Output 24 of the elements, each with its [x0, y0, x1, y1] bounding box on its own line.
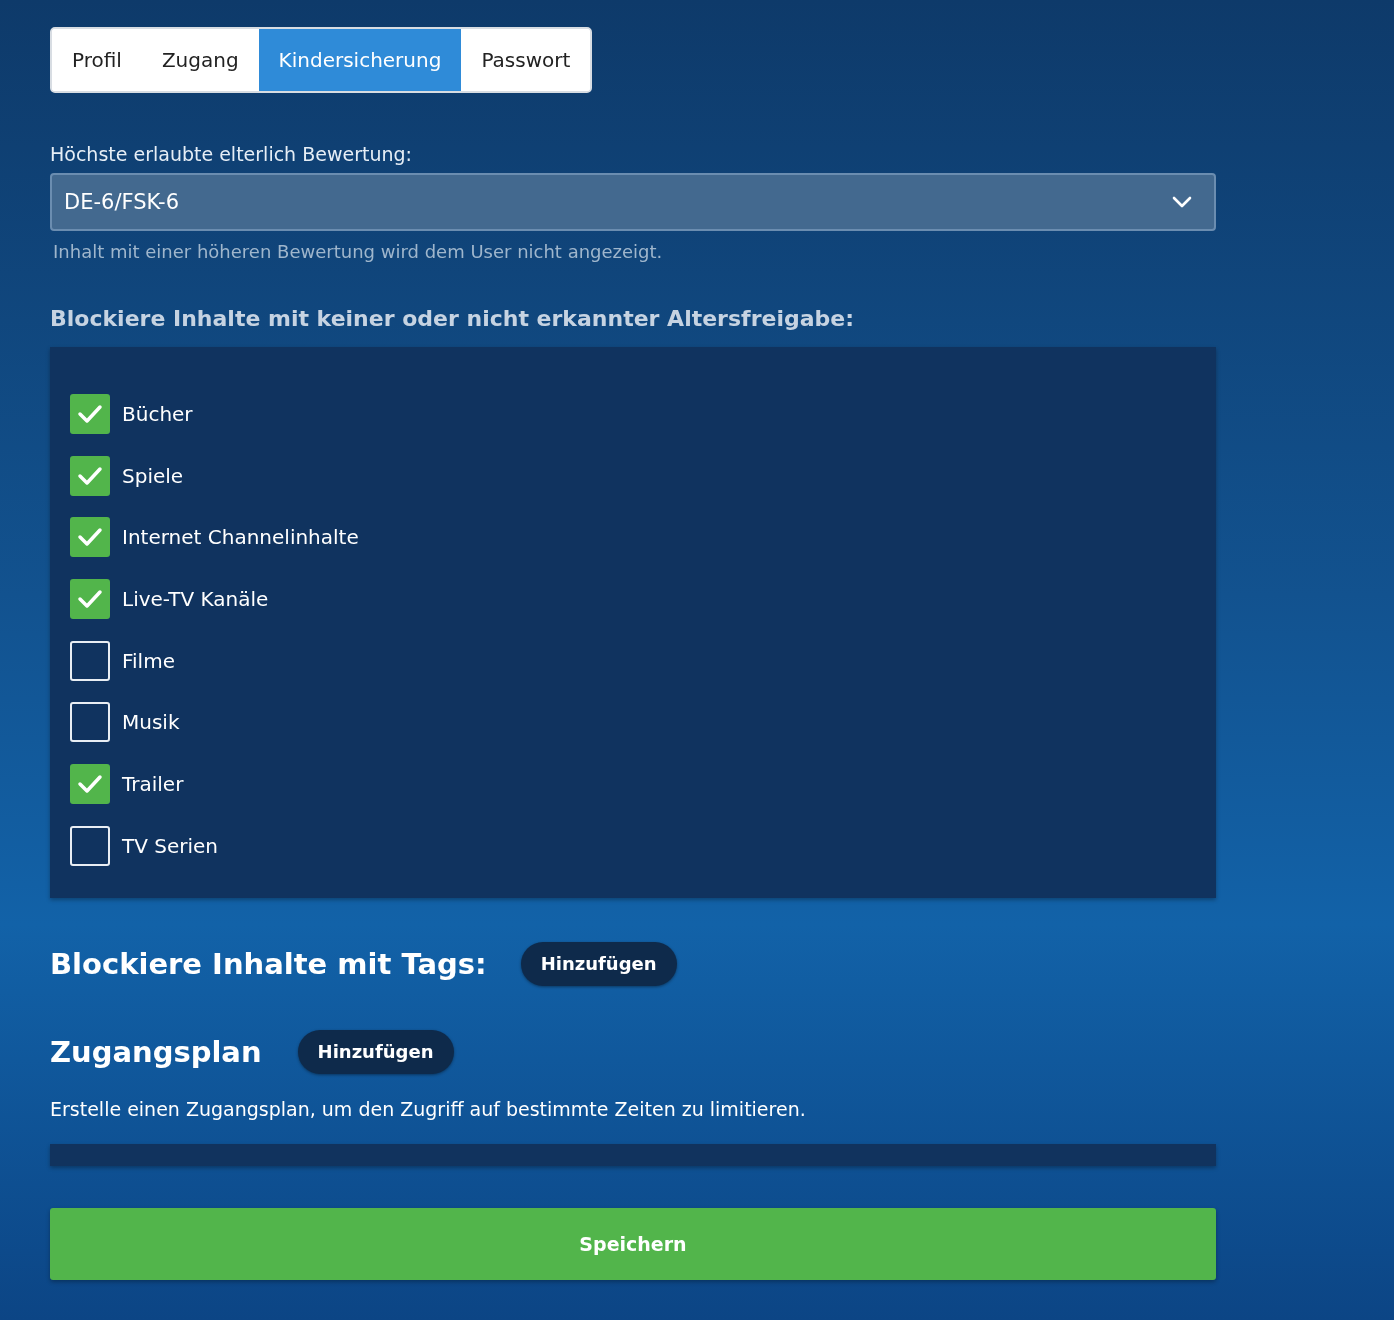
checkbox-label: Filme — [122, 648, 175, 673]
checkbox-label: Bücher — [122, 401, 193, 426]
checkbox-label: Live-TV Kanäle — [122, 586, 269, 611]
rating-select[interactable]: DE-6/FSK-6 — [50, 173, 1216, 231]
checkbox-label: Musik — [122, 710, 180, 735]
checkbox-label: Spiele — [122, 463, 184, 488]
section-heading: Blockiere Inhalte mit keiner oder nicht erkannter Altersfreigabe: — [50, 306, 855, 331]
field-hint: Inhalt mit einer höheren Bewertung wird dem User nicht angezeigt. — [53, 241, 664, 262]
checkbox[interactable] — [70, 393, 110, 434]
checkbox[interactable] — [70, 517, 110, 558]
field-label: Höchste erlaubte elterlich Bewertung: — [50, 143, 413, 165]
checkbox-label: Trailer — [122, 771, 184, 796]
add-button[interactable]: Hinzufügen — [520, 941, 677, 986]
checkbox[interactable] — [70, 763, 110, 804]
section-heading: Blockiere Inhalte mit Tags: — [50, 946, 487, 981]
checkbox[interactable] — [70, 455, 110, 496]
section-description: Erstelle einen Zugangsplan, um den Zugriff auf bestimmte Zeiten zu limitieren. — [50, 1097, 807, 1120]
chevron-down-icon — [1172, 196, 1192, 208]
checkbox[interactable] — [70, 578, 110, 619]
add-button[interactable]: Hinzufügen — [297, 1029, 454, 1074]
section-heading: Zugangsplan — [50, 1034, 262, 1069]
tab[interactable]: Kindersicherung — [258, 29, 462, 91]
checkbox-label: TV Serien — [122, 833, 218, 858]
checkbox-label: Internet Channelinhalte — [122, 525, 359, 550]
